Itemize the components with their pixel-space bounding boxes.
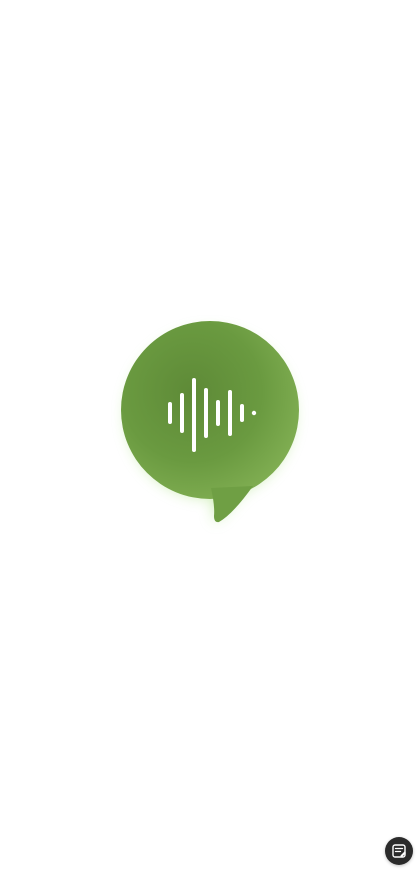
wave-bar (216, 400, 220, 426)
app-logo (115, 318, 305, 530)
notes-button[interactable] (385, 837, 413, 865)
wave-bar (240, 404, 244, 422)
wave-bar (192, 378, 196, 452)
sound-wave-speech-bubble-icon (121, 321, 299, 523)
wave-bar (180, 393, 184, 433)
speech-bubble (121, 321, 299, 523)
splash-screen (0, 0, 420, 893)
wave-bar (204, 388, 208, 438)
wave-bar (168, 402, 172, 424)
notes-edit-icon (392, 844, 406, 858)
wave-bar (228, 390, 232, 436)
wave-dot (251, 410, 257, 416)
